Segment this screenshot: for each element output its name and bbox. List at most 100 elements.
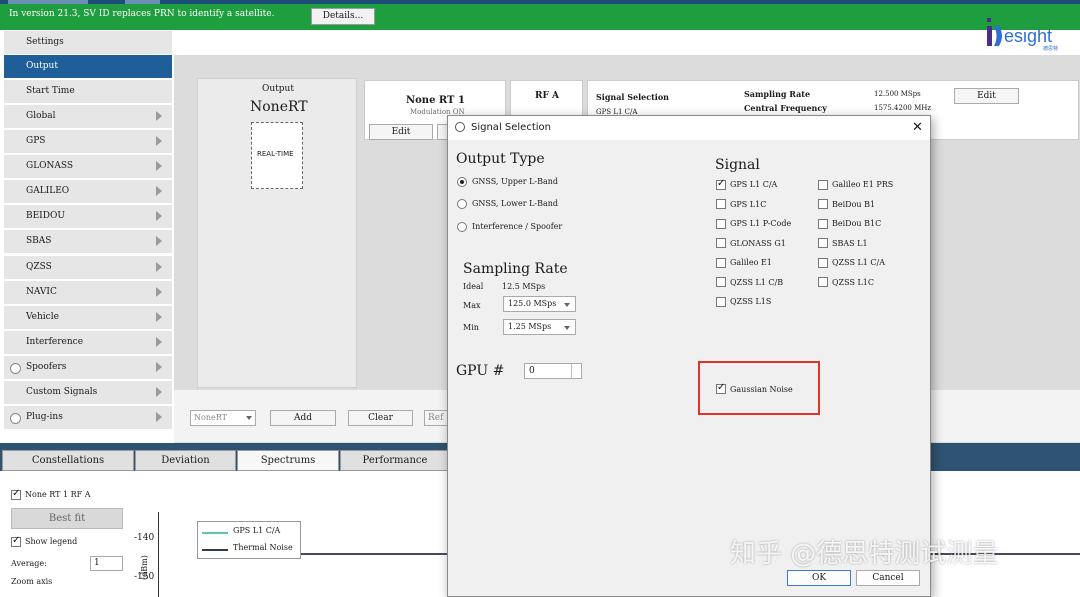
nav-item-interference[interactable]: Interference [4,331,172,355]
watermark-text: 知乎 @德思特测试测量 [730,539,999,569]
clear-button[interactable]: Clear [348,410,413,426]
min-rate-select[interactable]: 1.25 MSps [503,319,576,335]
sampling-rate-label: Sampling Rate [744,89,811,99]
nav-label: Settings [26,37,64,47]
nav-item-gps[interactable]: GPS [4,130,172,154]
nav-item-vehicle[interactable]: Vehicle [4,306,172,330]
max-label: Max [463,301,481,310]
gaussian-noise-checkbox[interactable] [716,382,726,394]
nav-item-output[interactable]: Output [4,55,172,79]
nav-label: Spoofers [26,362,67,372]
nav-item-custom-signals[interactable]: Custom Signals [4,381,172,405]
nav-item-plug-ins[interactable]: Plug-ins [4,406,172,430]
legend-entry: GPS L1 C/A [233,526,281,535]
average-label: Average: [11,559,47,568]
nav-label: NAVIC [26,287,57,297]
sampling-rate-value: 12.500 MSps [874,90,921,98]
gpu-value: 0 [529,366,535,376]
chevron-right-icon [156,412,162,422]
nav-item-beidou[interactable]: BEIDOU [4,205,172,229]
nav-label: GLONASS [26,161,74,171]
nav-item-navic[interactable]: NAVIC [4,281,172,305]
tab-deviation[interactable]: Deviation [135,450,236,471]
chevron-right-icon [156,111,162,121]
signal-checkbox[interactable] [716,238,726,248]
radio-icon[interactable] [10,363,21,374]
signal-checkbox[interactable] [716,258,726,268]
close-icon[interactable]: ✕ [912,120,923,135]
gpu-stepper[interactable]: 0 [524,363,582,379]
tab-constellations[interactable]: Constellations [2,450,134,471]
chevron-right-icon [156,161,162,171]
signal-checkbox[interactable] [818,277,828,287]
chevron-right-icon [156,211,162,221]
rt1-edit-button[interactable]: Edit [369,124,433,140]
nav-item-glonass[interactable]: GLONASS [4,155,172,179]
average-stepper[interactable]: 1 [90,556,123,571]
nav-item-galileo[interactable]: GALILEO [4,180,172,204]
nav-item-settings[interactable]: Settings [4,31,172,55]
ref-button[interactable]: Ref [424,410,448,426]
chevron-down-icon[interactable] [571,371,581,378]
signal-option: QZSS L1S [730,297,772,306]
svg-text:德思特: 德思特 [1043,45,1058,52]
signal-selection-label: Signal Selection [596,92,669,102]
signal-option: GPS L1 P-Code [730,219,792,228]
signal-option: QZSS L1 C/A [832,258,886,267]
signal-checkbox[interactable] [818,238,828,248]
show-legend-label: Show legend [25,537,78,546]
output-type-heading: Output Type [456,151,545,167]
tab-spectrums[interactable]: Spectrums [237,450,339,471]
output-type-radio[interactable] [457,222,467,232]
details-button[interactable]: Details... [311,8,375,25]
gaussian-noise-label: Gaussian Noise [730,385,793,394]
nav-item-start-time[interactable]: Start Time [4,80,172,104]
ideal-label: Ideal [463,282,484,291]
zoom-axis-label: Zoom axis [11,577,53,586]
output-type-value: NoneRT [194,413,227,422]
output-type-radio[interactable] [457,177,467,187]
series-checkbox[interactable] [11,488,21,500]
nav-label: Interference [26,337,84,347]
signal-checkbox[interactable] [818,180,828,190]
signal-checkbox[interactable] [716,178,726,190]
cancel-button[interactable]: Cancel [856,570,920,586]
radio-icon[interactable] [10,413,21,424]
signal-checkbox[interactable] [818,258,828,268]
signal-checkbox[interactable] [818,219,828,229]
tab-performance[interactable]: Performance [340,450,450,471]
nav-item-sbas[interactable]: SBAS [4,230,172,254]
output-type-radio[interactable] [457,199,467,209]
best-fit-button[interactable]: Best fit [11,508,123,529]
svg-text:esight: esight [1004,26,1052,46]
min-rate-value: 1.25 MSps [508,322,552,331]
output-card-name: NoneRT [250,99,308,115]
max-rate-select[interactable]: 125.0 MSps [503,296,576,312]
gpu-label: GPU # [456,363,505,379]
chevron-up-icon[interactable] [571,364,581,371]
chevron-right-icon [156,362,162,372]
chevron-down-icon [246,416,252,420]
signal-checkbox[interactable] [716,297,726,307]
nav-item-spoofers[interactable]: Spoofers [4,356,172,380]
nav-item-global[interactable]: Global [4,105,172,129]
signal-option: GPS L1C [730,200,767,209]
show-legend-checkbox[interactable] [11,535,21,547]
max-rate-value: 125.0 MSps [508,299,557,308]
nav-item-qzss[interactable]: QZSS [4,256,172,280]
chevron-right-icon [156,186,162,196]
ok-button[interactable]: OK [787,570,851,586]
signal-checkbox[interactable] [716,219,726,229]
banner-text: In version 21.3, SV ID replaces PRN to i… [9,9,275,19]
signal-checkbox[interactable] [716,199,726,209]
rt1-title: None RT 1 [406,95,465,106]
rfa-title: RF A [535,91,559,101]
signal-option: Galileo E1 PRS [832,180,894,189]
signal-checkbox[interactable] [716,277,726,287]
add-button[interactable]: Add [270,410,336,426]
signal-checkbox[interactable] [818,199,828,209]
chevron-right-icon [156,136,162,146]
app-icon [455,122,465,132]
output-type-select[interactable]: NoneRT [190,410,256,426]
signal-edit-button[interactable]: Edit [954,88,1019,104]
